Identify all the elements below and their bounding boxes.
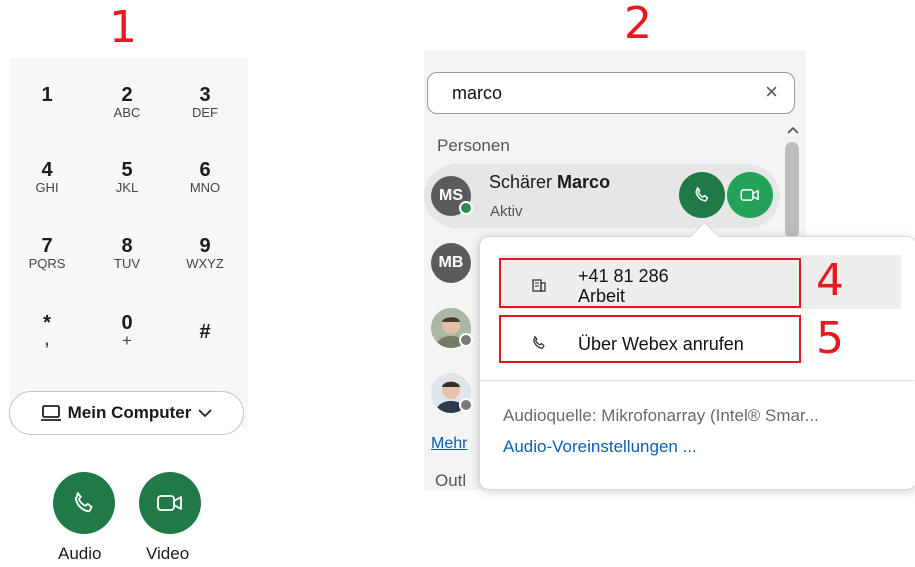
video-camera-icon <box>157 495 182 511</box>
avatar-initials: MB <box>438 254 464 271</box>
laptop-icon <box>40 405 61 421</box>
scrollbar-thumb[interactable] <box>785 142 799 238</box>
dial-key-digit: 3 <box>199 84 211 106</box>
avatar[interactable]: MB <box>431 243 471 283</box>
dial-key-letters: TUV <box>114 256 140 271</box>
dial-key-digit: * <box>43 312 51 334</box>
dial-key-0[interactable]: 0 + <box>97 312 157 350</box>
dial-key-5[interactable]: 5 JKL <box>97 160 157 195</box>
dial-key-digit: 0 <box>121 312 133 334</box>
section-heading-personen: Personen <box>437 136 510 155</box>
scroll-up-arrow-icon <box>787 126 799 134</box>
presence-away-icon <box>459 398 473 412</box>
phone-icon <box>695 187 709 202</box>
dial-key-digit: 2 <box>121 84 133 106</box>
presence-active-icon <box>459 201 473 215</box>
dial-key-digit: 1 <box>41 84 53 106</box>
phone-number: +41 81 286 <box>578 266 669 286</box>
dial-key-letters: DEF <box>192 105 218 120</box>
dial-key-letters: PQRS <box>28 256 66 271</box>
dial-key-digit: 7 <box>41 235 53 257</box>
presence-away-icon <box>459 333 473 347</box>
section-heading-outlook: Outl <box>435 471 467 490</box>
annotation-marker-4: 4 <box>816 255 844 306</box>
dial-key-3[interactable]: 3 DEF <box>175 85 235 120</box>
dial-key-letters: GHI <box>35 180 59 195</box>
contact-last-name: Marco <box>557 172 611 192</box>
annotation-marker-1: 1 <box>109 2 137 53</box>
avatar-initials: MS <box>439 187 463 204</box>
phone-icon <box>74 492 93 513</box>
contact-video-call-button[interactable] <box>727 172 773 218</box>
dial-key-digit: 4 <box>41 159 53 181</box>
more-results-link[interactable]: Mehr <box>431 435 467 453</box>
dial-key-8[interactable]: 8 TUV <box>97 236 157 271</box>
device-select-label: Mein Computer <box>67 403 192 422</box>
annotation-marker-2: 2 <box>624 0 652 49</box>
dial-key-digit: 8 <box>121 235 133 257</box>
dial-key-9[interactable]: 9 WXYZ <box>175 236 235 271</box>
video-call-label: Video <box>146 544 190 563</box>
building-icon <box>532 279 546 292</box>
dial-key-star[interactable]: * , <box>17 312 77 349</box>
dial-key-letters: MNO <box>189 180 221 195</box>
video-call-button[interactable] <box>139 472 201 534</box>
device-select-button[interactable]: Mein Computer <box>9 391 244 435</box>
contact-status: Aktiv <box>490 203 523 220</box>
audio-settings-link[interactable]: Audio-Voreinstellungen ... <box>503 437 697 457</box>
dial-key-6[interactable]: 6 MNO <box>175 160 235 195</box>
dial-key-letters: JKL <box>115 180 139 195</box>
clear-search-icon[interactable]: × <box>765 81 778 103</box>
dial-key-digit: 5 <box>121 159 133 181</box>
audio-call-label: Audio <box>58 544 102 563</box>
dial-key-1[interactable]: 1 <box>17 85 77 105</box>
video-camera-icon <box>740 189 759 201</box>
phone-icon <box>533 335 545 349</box>
contact-audio-call-button[interactable] <box>679 172 725 218</box>
annotation-marker-5: 5 <box>816 313 844 364</box>
contact-first-name: Schärer <box>489 172 553 192</box>
chevron-down-icon <box>198 409 212 418</box>
dial-key-2[interactable]: 2 ABC <box>97 85 157 120</box>
dial-key-letters: + <box>122 331 132 350</box>
audio-source-text: Audioquelle: Mikrofonarray (Intel® Smar.… <box>503 406 819 425</box>
audio-call-button[interactable] <box>53 472 115 534</box>
dial-key-7[interactable]: 7 PQRS <box>17 236 77 271</box>
phone-number-type: Arbeit <box>578 286 626 306</box>
search-box: × <box>427 72 795 114</box>
dial-key-letters: ABC <box>113 105 141 120</box>
dial-key-hash[interactable]: # <box>175 322 235 342</box>
popover-divider <box>480 380 914 381</box>
dial-key-letters: , <box>44 332 50 349</box>
dial-key-4[interactable]: 4 GHI <box>17 160 77 195</box>
dial-key-digit: 9 <box>199 235 211 257</box>
webex-call-label: Über Webex anrufen <box>578 334 744 354</box>
dial-key-digit: # <box>199 321 211 343</box>
search-input[interactable] <box>452 82 752 104</box>
contact-name: Schärer Marco <box>489 172 610 193</box>
dial-key-letters: WXYZ <box>186 256 224 271</box>
dial-key-digit: 6 <box>199 159 211 181</box>
